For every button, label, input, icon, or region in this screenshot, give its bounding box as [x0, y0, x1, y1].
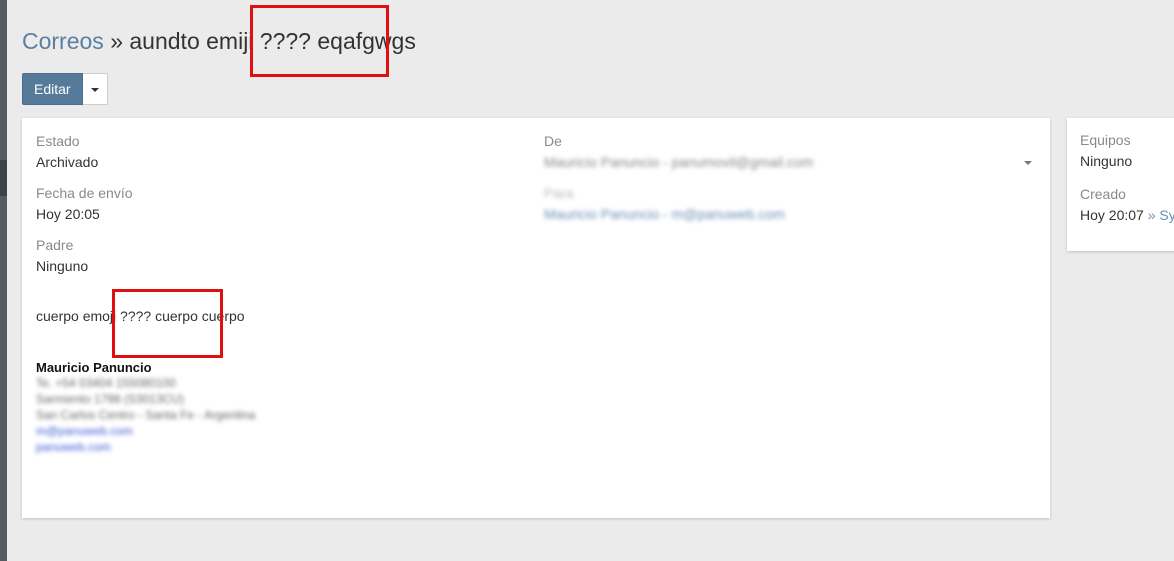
signature-email-link[interactable]: m@panuweb.com [36, 424, 133, 438]
actions-dropdown-toggle[interactable] [82, 73, 108, 105]
caret-down-icon [90, 88, 99, 92]
breadcrumb: Correos » aundto emiji ???? eqafgwgs [22, 26, 416, 56]
equipos-label: Equipos [1080, 132, 1131, 148]
fecha-envio-value: Hoy 20:05 [36, 206, 100, 222]
creado-value: Hoy 20:07 » Sy [1080, 207, 1174, 223]
action-toolbar: Editar [22, 73, 108, 105]
signature-name: Mauricio Panuncio [36, 360, 152, 375]
edit-button[interactable]: Editar [22, 73, 83, 105]
de-label: De [544, 133, 562, 149]
fecha-envio-label: Fecha de envío [36, 185, 133, 201]
email-detail-card: Estado Archivado Fecha de envío Hoy 20:0… [22, 118, 1050, 518]
breadcrumb-link-correos[interactable]: Correos [22, 28, 104, 54]
left-nav-strip [0, 0, 7, 561]
padre-value: Ninguno [36, 258, 89, 274]
signature-phone: Te. +54 03404 155080100 [36, 376, 176, 390]
left-nav-marker [0, 160, 7, 196]
signature-address: Sarmiento 1798 (S3013CU) [36, 392, 185, 406]
signature-city: San Carlos Centro - Santa Fe - Argentina [36, 408, 256, 422]
equipos-value: Ninguno [1080, 153, 1133, 169]
de-dropdown-icon[interactable] [1024, 161, 1032, 165]
estado-value: Archivado [36, 154, 99, 170]
de-value[interactable]: Mauricio Panuncio - panumovil@gmail.com [544, 154, 813, 170]
side-info-card: Equipos Ninguno Creado Hoy 20:07 » Sy [1067, 118, 1174, 251]
para-value[interactable]: Mauricio Panuncio - m@panuweb.com [544, 206, 785, 222]
para-label: Para [544, 185, 574, 201]
estado-label: Estado [36, 133, 80, 149]
breadcrumb-separator: » [110, 28, 123, 54]
email-body: cuerpo emoji ???? cuerpo cuerpo [36, 308, 245, 324]
signature-site-link[interactable]: panuweb.com [36, 440, 111, 454]
page: Correos » aundto emiji ???? eqafgwgs Edi… [7, 0, 1174, 561]
padre-label: Padre [36, 237, 74, 253]
creado-time: Hoy 20:07 [1080, 207, 1144, 223]
creado-label: Creado [1080, 186, 1126, 202]
creado-by-link[interactable]: » Sy [1144, 207, 1174, 223]
page-title: aundto emiji ???? eqafgwgs [129, 28, 416, 54]
